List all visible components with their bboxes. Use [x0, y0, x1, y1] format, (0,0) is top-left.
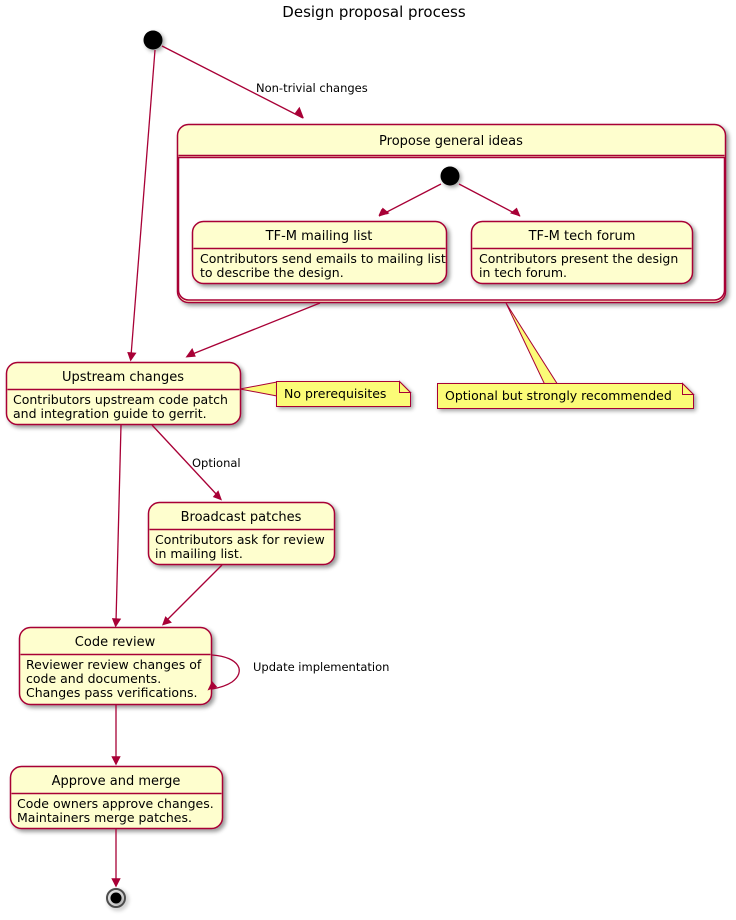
inner-start-node — [440, 166, 460, 186]
state-body-line: Contributors ask for review — [155, 532, 325, 547]
start-node — [143, 30, 163, 50]
note-no-prerequisites: No prerequisites — [239, 380, 412, 407]
state-body-line: to describe the design. — [200, 265, 344, 280]
state-body-line: Reviewer review changes of — [26, 657, 202, 672]
edge-label-non-trivial-changes: Non-trivial changes — [256, 81, 368, 95]
state-title: Broadcast patches — [181, 510, 302, 525]
state-tfm-tech-forum[interactable]: TF-M tech forum Contributors present the… — [470, 220, 694, 285]
state-body-line: Contributors send emails to mailing list — [200, 251, 446, 266]
state-title: Approve and merge — [52, 774, 181, 789]
note-label: No prerequisites — [284, 386, 386, 401]
state-title: TF-M mailing list — [265, 229, 373, 244]
state-body-line: in mailing list. — [155, 546, 243, 561]
edge-label-optional: Optional — [192, 456, 241, 470]
note-fold-corner — [399, 380, 412, 393]
state-upstream-changes[interactable]: Upstream changes Contributors upstream c… — [5, 361, 242, 426]
edge-label-update-implementation: Update implementation — [253, 660, 389, 674]
state-tfm-mailing-list[interactable]: TF-M mailing list Contributors send emai… — [191, 220, 448, 285]
composite-state-title: Propose general ideas — [379, 134, 523, 149]
edge-upstream-to-broadcast: Optional — [151, 424, 241, 501]
edge-approve-to-end — [111, 829, 121, 888]
state-body-line: Contributors upstream code patch — [13, 392, 228, 407]
state-body-line: in tech forum. — [479, 265, 567, 280]
note-label: Optional but strongly recommended — [445, 388, 672, 403]
note-connector — [505, 302, 559, 386]
state-body-line: Code owners approve changes. — [17, 796, 214, 811]
edge-start-to-propose: Non-trivial changes — [161, 45, 368, 119]
state-body-line: and integration guide to gerrit. — [13, 406, 207, 421]
state-title: Code review — [75, 635, 156, 650]
state-title: TF-M tech forum — [528, 229, 636, 244]
edge-propose-to-upstream — [185, 302, 321, 358]
state-approve-and-merge[interactable]: Approve and merge Code owners approve ch… — [9, 765, 224, 830]
note-optional-but-strongly-recommended: Optional but strongly recommended — [437, 302, 695, 409]
page-title: Design proposal process — [282, 3, 466, 21]
end-node — [106, 888, 126, 908]
edge-code-review-to-approve — [111, 705, 121, 766]
edge-upstream-to-code-review — [111, 424, 122, 628]
state-body-line: Changes pass verifications. — [26, 685, 197, 700]
edge-broadcast-to-code-review — [162, 564, 223, 626]
note-fold-corner — [682, 382, 695, 395]
state-title: Upstream changes — [62, 370, 184, 385]
state-body-line: Contributors present the design — [479, 251, 678, 266]
state-code-review[interactable]: Code review Reviewer review changes of c… — [18, 626, 213, 706]
edge-code-review-self-loop: Update implementation — [207, 654, 389, 691]
state-broadcast-patches[interactable]: Broadcast patches Contributors ask for r… — [147, 501, 336, 566]
state-diagram-canvas: Design proposal process Propose general … — [0, 0, 736, 920]
state-body-line: code and documents. — [26, 671, 161, 686]
note-connector — [239, 381, 278, 397]
state-body-line: Maintainers merge patches. — [17, 810, 192, 825]
edge-start-to-upstream — [127, 49, 156, 362]
